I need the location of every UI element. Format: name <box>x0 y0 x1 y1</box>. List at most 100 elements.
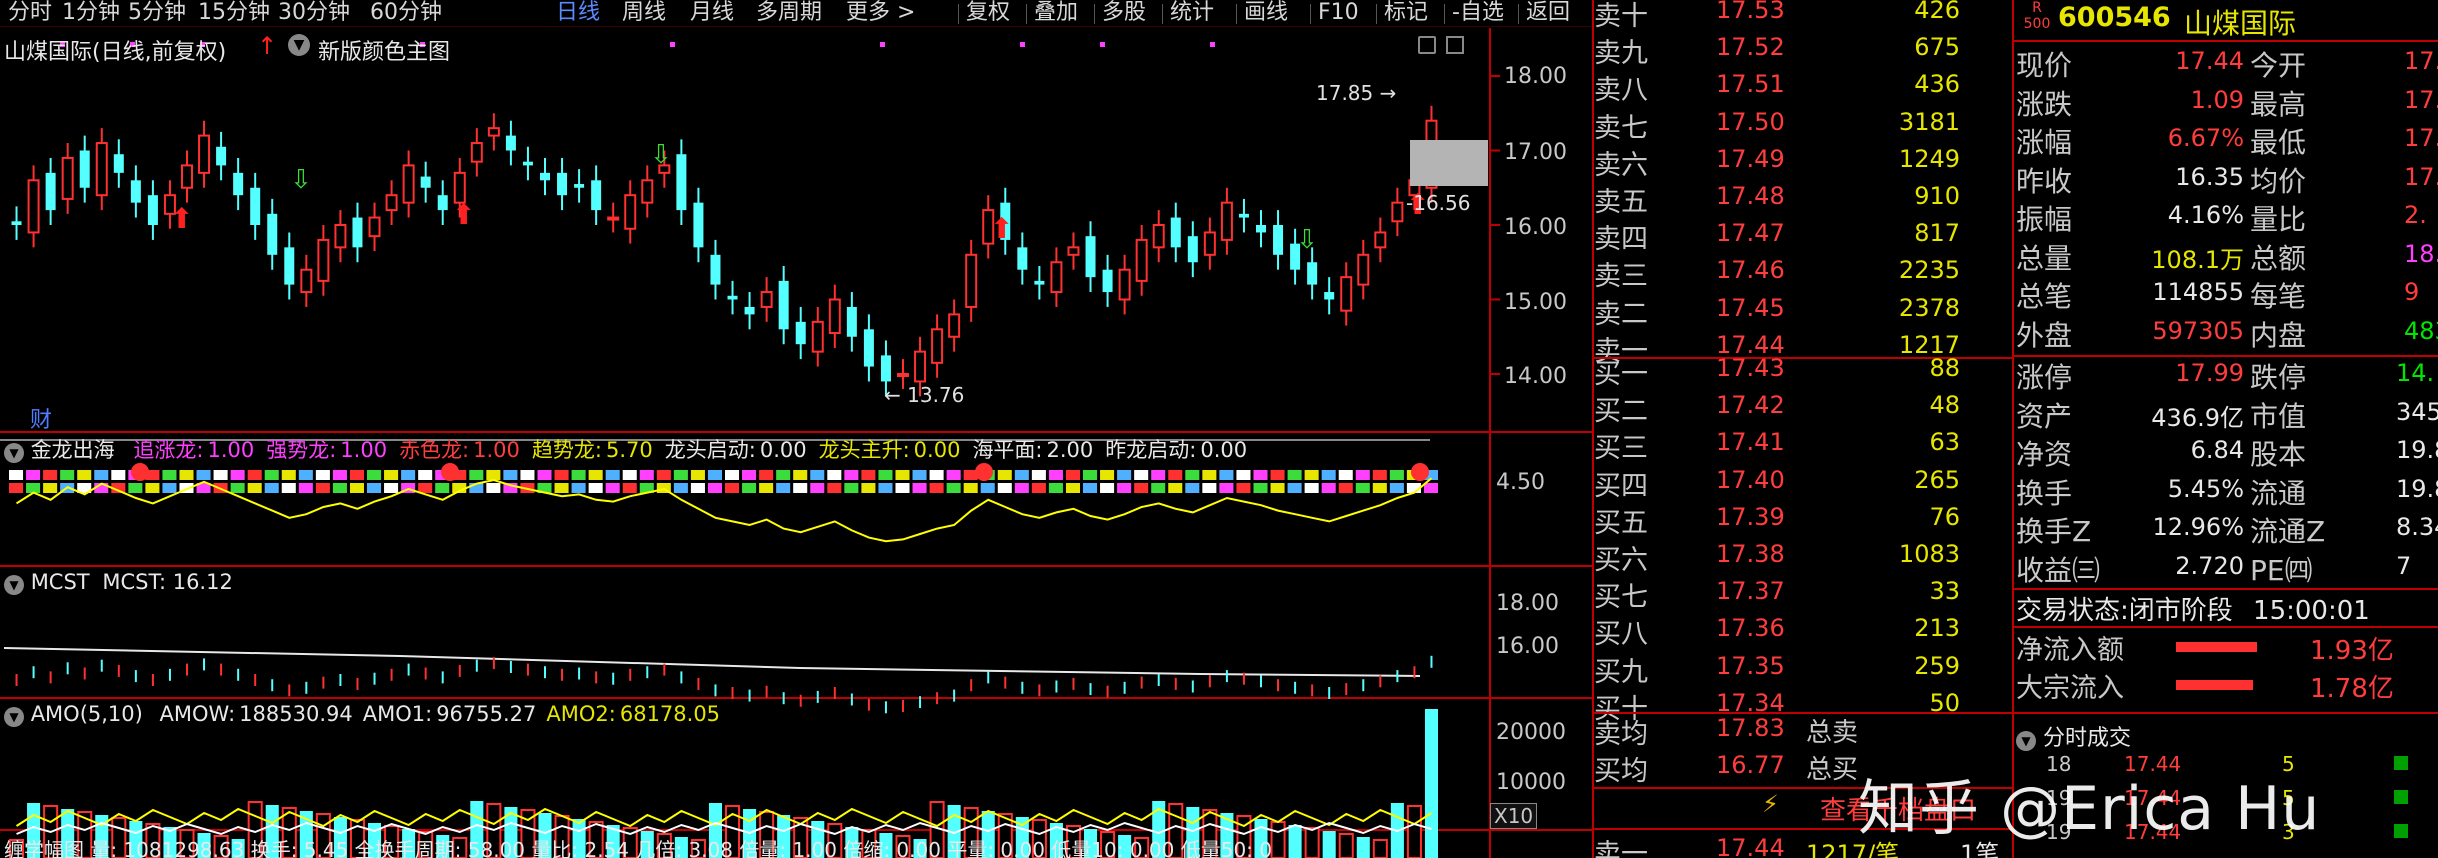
ask-price[interactable]: 17.52 <box>1716 33 1785 61</box>
period-tab-9[interactable]: 多周期 <box>756 0 822 26</box>
indicator1-item: 赤色龙: 1.00 <box>399 438 520 462</box>
signal-dot <box>1210 42 1215 47</box>
signal-dot <box>670 42 675 47</box>
indicator1-bar <box>1185 483 1200 493</box>
bid-price[interactable]: 17.35 <box>1716 652 1785 680</box>
indicator3-item: AMOW: 188530.94 <box>160 702 353 726</box>
toolbar-tool-1[interactable]: 叠加 <box>1034 0 1078 26</box>
toolbar-tool-0[interactable]: 复权 <box>966 0 1010 26</box>
indicator1-bar <box>1287 483 1302 493</box>
bid-volume: 88 <box>1929 354 1960 382</box>
candle-body <box>811 320 824 353</box>
candle-body <box>470 142 483 163</box>
quote-value-2: 17. <box>2404 124 2438 152</box>
indicator1-bar <box>571 470 586 480</box>
quote-label-2: 最高 <box>2250 87 2307 121</box>
indicator1-bar <box>1065 483 1080 493</box>
indicator1-item-label: 赤色龙: <box>399 438 470 462</box>
bid-price[interactable]: 17.41 <box>1716 428 1785 456</box>
period-tab-2[interactable]: 5分钟 <box>128 0 186 26</box>
toolbar-separator <box>1162 4 1163 24</box>
candle-body <box>607 216 620 221</box>
indicator1-bar <box>929 483 944 493</box>
period-tab-6[interactable]: 日线 <box>556 0 600 26</box>
indicator1-bar <box>520 470 535 480</box>
finance-badge[interactable]: 财 <box>30 402 52 434</box>
bid-price[interactable]: 17.42 <box>1716 391 1785 419</box>
candle-body <box>198 134 211 174</box>
indicator1-bar <box>418 483 433 493</box>
ask-level-label: 卖六 <box>1594 149 1648 181</box>
indicator2-name[interactable]: MCST <box>31 570 90 594</box>
toolbar-tool-8[interactable]: 返回 <box>1526 0 1570 26</box>
indicator1-bar <box>861 470 876 480</box>
ask-price[interactable]: 17.51 <box>1716 70 1785 98</box>
quote-label-2: 流通Z <box>2250 515 2326 548</box>
indicator1-item: 昨龙启动: 0.00 <box>1105 438 1247 462</box>
indicator1-bar <box>742 470 757 480</box>
period-tab-3[interactable]: 15分钟 <box>198 0 270 26</box>
chart-settings-icon[interactable] <box>1418 36 1436 54</box>
indicator1-bar <box>486 483 501 493</box>
period-tab-1[interactable]: 1分钟 <box>62 0 120 26</box>
quote-label: 总笔 <box>2016 280 2073 313</box>
period-tab-4[interactable]: 30分钟 <box>278 0 350 26</box>
bid-price[interactable]: 17.40 <box>1716 466 1785 494</box>
indicator1-bar <box>588 483 603 493</box>
ticks-header-label[interactable]: 分时成交 <box>2043 726 2131 751</box>
toolbar-tool-3[interactable]: 统计 <box>1170 0 1214 26</box>
toolbar-tool-5[interactable]: F10 <box>1318 0 1359 26</box>
indicator1-bar <box>1151 470 1166 480</box>
bid-price[interactable]: 17.39 <box>1716 503 1785 531</box>
period-tab-8[interactable]: 月线 <box>690 0 734 26</box>
toolbar-tool-2[interactable]: 多股 <box>1102 0 1146 26</box>
indicator1-bar <box>639 470 654 480</box>
ask-price[interactable]: 17.53 <box>1716 0 1785 24</box>
period-tab-10[interactable]: 更多 > <box>846 0 915 26</box>
theme-label[interactable]: 新版颜色主图 <box>318 34 450 66</box>
quote-label: 净资 <box>2016 438 2073 471</box>
bid-price[interactable]: 17.43 <box>1716 354 1785 382</box>
quote-divider <box>2014 355 2438 357</box>
quote-value-2: 14. <box>2396 359 2435 387</box>
indicator1-name[interactable]: 金龙出海 <box>31 438 115 462</box>
indicator1-bar <box>1219 470 1234 480</box>
bid-price[interactable]: 17.38 <box>1716 540 1785 568</box>
dropdown-icon[interactable]: ▼ <box>288 34 310 56</box>
bid-price[interactable]: 17.37 <box>1716 577 1785 605</box>
indicator1-bar <box>1372 483 1387 493</box>
candle-body <box>61 156 74 200</box>
period-tab-0[interactable]: 分时 <box>8 0 52 26</box>
toolbar-tool-4[interactable]: 画线 <box>1244 0 1288 26</box>
ask-price[interactable]: 17.50 <box>1716 108 1785 136</box>
toolbar-tool-7[interactable]: -自选 <box>1452 0 1504 26</box>
period-toolbar: 分时 1分钟 5分钟 15分钟 30分钟 60分钟 日线 周线 月线 多周期 更多 > 复权 叠加 多股统… <box>0 0 1592 27</box>
ask-volume: 2235 <box>1898 256 1960 285</box>
ask-price[interactable]: 17.46 <box>1716 256 1785 284</box>
bid-price[interactable]: 17.36 <box>1716 614 1785 642</box>
period-tab-7[interactable]: 周线 <box>622 0 666 26</box>
indicator1-bar <box>332 483 347 493</box>
indicator1-bar <box>1270 470 1285 480</box>
indicator1-item-label: 昨龙启动: <box>1105 438 1197 462</box>
dropdown-icon[interactable]: ▼ <box>4 443 24 463</box>
indicator1-item-value: 0.00 <box>759 438 807 462</box>
dropdown-icon[interactable]: ▼ <box>2016 731 2036 751</box>
chart-expand-icon[interactable] <box>1446 36 1464 54</box>
ask-volume: 817 <box>1914 219 1960 248</box>
toolbar-tool-6[interactable]: 标记 <box>1384 0 1428 26</box>
quote-label: 涨停 <box>2016 361 2073 394</box>
avg-label: 买均 <box>1594 756 1648 787</box>
ask-price[interactable]: 17.48 <box>1716 182 1785 210</box>
trade-state-value: 闭市阶段 <box>2128 596 2233 626</box>
dropdown-icon[interactable]: ▼ <box>4 575 24 595</box>
ask-price[interactable]: 17.45 <box>1716 294 1785 322</box>
period-tab-5[interactable]: 60分钟 <box>370 0 442 26</box>
ask-volume: 2378 <box>1898 293 1960 322</box>
indicator1-bar <box>1389 483 1404 493</box>
candle-body <box>1067 246 1080 256</box>
ask-price[interactable]: 17.47 <box>1716 219 1785 247</box>
ask-price[interactable]: 17.49 <box>1716 145 1785 173</box>
indicator3-name[interactable]: AMO(5,10) <box>31 702 143 726</box>
dropdown-icon[interactable]: ▼ <box>4 707 24 727</box>
